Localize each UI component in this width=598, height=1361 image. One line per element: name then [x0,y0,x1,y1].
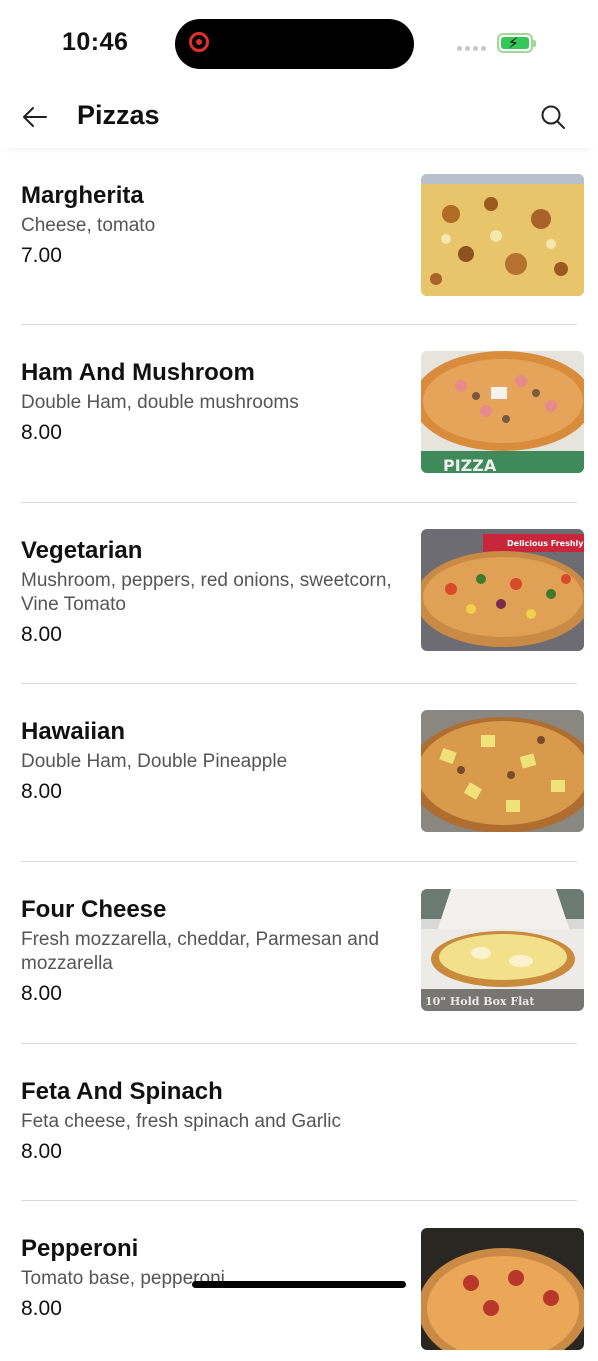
item-price: 8.00 [21,1297,62,1320]
item-description: Cheese, tomato [21,215,156,236]
image-box-text: PIZZA [443,456,497,473]
image-box-text: Delicious Freshly Baked [507,539,584,548]
item-name: Vegetarian [21,537,143,564]
status-time: 10:46 [62,28,129,56]
search-icon [541,105,565,129]
app-header: Pizzas [0,90,598,148]
item-image [421,174,584,296]
item-description: Double Ham, Double Pineapple [21,751,288,772]
item-price: 8.00 [21,982,62,1005]
search-button[interactable] [538,102,568,132]
menu-item-hawaiian[interactable]: Hawaiian Double Ham, Double Pineapple 8.… [21,684,584,862]
item-description: Fresh mozzarella, cheddar, Parmesan and … [21,929,380,974]
pizza-list: Margherita Cheese, tomato 7.00 Ham And M… [0,148,598,1361]
item-name: Pepperoni [21,1235,139,1262]
item-image [421,710,584,832]
menu-item-vegetarian[interactable]: Vegetarian Mushroom, peppers, red onions… [21,503,584,684]
battery-charging-icon: ⚡ [497,33,536,53]
item-price: 8.00 [21,623,62,646]
item-description: Double Ham, double mushrooms [21,392,299,413]
image-box-text: 10" Hold Box Flat [425,995,535,1008]
status-bar: 10:46 ⚡ [0,0,598,90]
dynamic-island [175,19,414,69]
item-description: Feta cheese, fresh spinach and Garlic [21,1111,342,1132]
back-button[interactable] [20,102,50,132]
recording-icon [189,32,209,52]
item-price: 8.00 [21,421,62,444]
item-name: Feta And Spinach [21,1078,223,1105]
item-name: Margherita [21,182,144,209]
item-name: Hawaiian [21,718,126,745]
item-price: 7.00 [21,244,62,267]
menu-item-feta-and-spinach[interactable]: Feta And Spinach Feta cheese, fresh spin… [21,1044,577,1201]
arrow-left-icon [23,107,47,127]
page-title: Pizzas [77,100,160,130]
menu-item-four-cheese[interactable]: Four Cheese Fresh mozzarella, cheddar, P… [21,862,584,1044]
item-description: Mushroom, peppers, red onions, sweetcorn… [21,570,392,615]
home-indicator[interactable] [192,1281,406,1288]
item-image: 10" Hold Box Flat [421,889,584,1011]
menu-item-margherita[interactable]: Margherita Cheese, tomato 7.00 [21,148,584,325]
item-price: 8.00 [21,780,62,803]
item-name: Ham And Mushroom [21,359,255,386]
item-image [421,1228,584,1350]
item-image: Delicious Freshly Baked [421,529,584,651]
signal-icon [457,46,486,51]
item-name: Four Cheese [21,896,167,923]
menu-item-ham-and-mushroom[interactable]: Ham And Mushroom Double Ham, double mush… [21,325,584,503]
item-image: PIZZA [421,351,584,473]
item-price: 8.00 [21,1140,62,1163]
